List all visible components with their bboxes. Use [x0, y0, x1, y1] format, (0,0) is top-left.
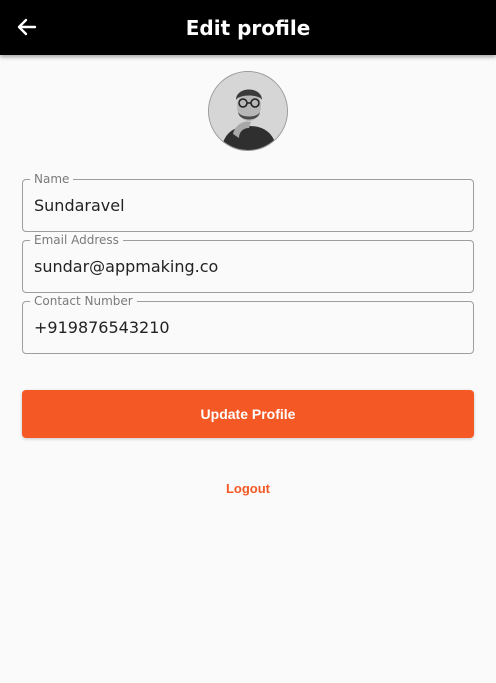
update-profile-button[interactable]: Update Profile [22, 390, 474, 438]
email-label: Email Address [30, 233, 123, 247]
contact-label: Contact Number [30, 294, 137, 308]
name-field[interactable]: Name [22, 172, 474, 232]
logout-link[interactable]: Logout [0, 481, 496, 496]
email-field[interactable]: Email Address [22, 233, 474, 293]
contact-input[interactable] [34, 318, 454, 337]
app-bar: Edit profile [0, 0, 496, 55]
email-input[interactable] [34, 257, 454, 276]
contact-field[interactable]: Contact Number [22, 294, 474, 354]
profile-photo [209, 72, 287, 150]
name-input[interactable] [34, 196, 454, 215]
page-title: Edit profile [185, 16, 311, 40]
name-label: Name [30, 172, 74, 186]
avatar[interactable] [208, 71, 288, 151]
